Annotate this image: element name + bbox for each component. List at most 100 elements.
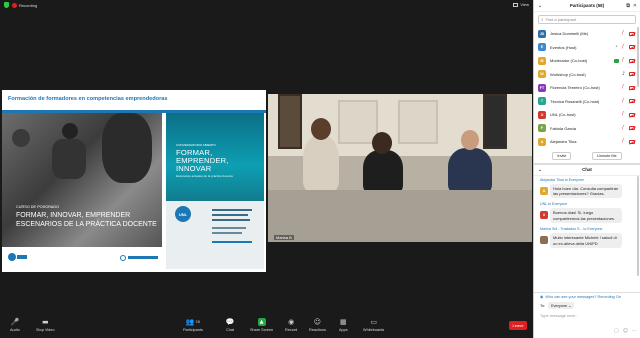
mic-muted-icon: / (622, 84, 624, 91)
avatar: U (540, 211, 548, 220)
whiteboard-icon: ▭ (370, 318, 377, 326)
poster-subtitle: Escenarios actuales de la práctica docen… (176, 174, 234, 178)
chat-title: Chat (582, 167, 592, 172)
popout-icon[interactable]: ⧉ (626, 3, 630, 9)
recipient-value: Everyone (551, 304, 568, 308)
participant-row[interactable]: M Moderador (Co-host) / (534, 54, 640, 68)
participant-name: Fabiola Garcia (550, 125, 577, 131)
reactions-button[interactable]: ☺ Reactions (309, 318, 326, 332)
record-icon: ◉ (288, 318, 295, 326)
camera-off-icon (629, 31, 635, 36)
person-head (372, 132, 392, 154)
search-placeholder: Find a participant (545, 17, 577, 22)
person-head (311, 118, 331, 140)
video-panel (398, 100, 438, 144)
participants-button[interactable]: 👥 58 Participants (183, 318, 203, 332)
recipient-select[interactable]: Everyone ⌄ (548, 302, 575, 309)
record-label: Record (285, 328, 298, 332)
share-screen-label: Share Screen (250, 328, 274, 332)
participant-actions: Invite Unmute Me (534, 149, 640, 164)
slide-header: Formación de formadores en competencias … (8, 96, 168, 102)
apps-button[interactable]: ▦ Apps (339, 318, 348, 332)
participant-row[interactable]: E Eventos (Host) • / (534, 41, 640, 55)
recipient-row: To: Everyone ⌄ (534, 300, 640, 311)
video-camera-icon: ▬ (41, 318, 49, 326)
apps-label: Apps (339, 328, 348, 332)
photo-figure (12, 129, 30, 147)
speaker-video[interactable]: Marisa B (268, 94, 532, 242)
to-label: To: (540, 303, 546, 308)
share-badge-icon (614, 58, 619, 63)
apps-icon: ▦ (340, 318, 347, 326)
smiley-icon[interactable]: ☺ (623, 328, 628, 334)
participant-row[interactable]: A Alejandra Tilua / (534, 135, 640, 149)
side-panel: ⌄ Participants (58) ⧉ ✕ ⌕ Find a partici… (533, 0, 640, 338)
message-body: Hola buen día. Consulta compartirán las … (550, 183, 622, 199)
participant-list: JD Jesica Dominelli (Me) / E Eventos (Ho… (534, 27, 640, 149)
participant-search[interactable]: ⌕ Find a participant (538, 15, 636, 24)
partner-logo (120, 254, 160, 261)
mic-icon: ♪ (622, 70, 626, 77)
who-can-see-link[interactable]: ◉ Who can see your messages? Recording O… (534, 293, 640, 300)
chevron-down-icon[interactable]: ⌄ (538, 3, 542, 9)
view-button[interactable]: View (513, 2, 529, 7)
photo-figure (52, 139, 86, 179)
top-bar: Recording View (0, 0, 533, 10)
leave-button[interactable]: Leave (509, 321, 527, 330)
unl-logo (8, 252, 28, 262)
mic-icon: • (615, 43, 618, 50)
shield-icon[interactable] (4, 2, 9, 8)
chat-messages: Alejandra Tilua to Everyone A Hola buen … (534, 175, 640, 276)
avatar: E (538, 43, 546, 52)
poster-small: CONVERSATORIO ABIERTO (176, 143, 216, 147)
person (448, 148, 492, 194)
avatar: T (538, 97, 546, 106)
participant-row[interactable]: F Fabiola Garcia / (534, 122, 640, 136)
mic-muted-icon: 🎤 (10, 318, 20, 326)
poster-logo: UNL (175, 206, 191, 222)
participant-row[interactable]: T Técnica Rosanelli (Co-host) / (534, 95, 640, 109)
person-head (461, 130, 479, 150)
chevron-down-icon[interactable]: ⌄ (538, 167, 542, 173)
slide-photo: CURSO DE POSGRADO FORMAR, INNOVAR, EMPRE… (2, 113, 162, 247)
more-icon[interactable]: ⋯ (632, 328, 637, 334)
unmute-me-button[interactable]: Unmute Me (592, 151, 622, 160)
audio-label: Audio (10, 328, 20, 332)
record-button[interactable]: ◉ Record (285, 318, 297, 332)
grid-icon (513, 2, 519, 7)
camera-off-icon (629, 112, 635, 117)
poster: CONVERSATORIO ABIERTO FORMAR, EMPRENDER,… (166, 113, 264, 269)
whiteboards-button[interactable]: ▭ Whiteboards (363, 318, 384, 332)
participants-label: Participants (183, 328, 203, 332)
video-door (278, 94, 302, 149)
camera-off-icon (629, 99, 635, 104)
participant-row[interactable]: W Workshop (Co-host) ♪ (534, 68, 640, 82)
whiteboards-label: Whiteboards (363, 328, 385, 332)
avatar: W (538, 70, 546, 79)
participant-row[interactable]: U UNL (Co-host) / (534, 108, 640, 122)
stop-video-label: Stop Video (36, 328, 55, 332)
meeting-area: Recording View Formación de formadores e… (0, 0, 533, 338)
participant-name: Florencia Tenreiro (Co-host) (550, 85, 600, 91)
participant-name: Eventos (Host) (550, 44, 577, 50)
poster-line3: INNOVAR (176, 164, 212, 173)
course-line2: ESCENARIOS DE LA PRÁCTICA DOCENTE (16, 221, 157, 228)
chat-button[interactable]: 💬 Chat (226, 318, 235, 332)
participant-row[interactable]: JD Jesica Dominelli (Me) / (534, 27, 640, 41)
stop-video-button[interactable]: ▬ Stop Video (36, 318, 55, 332)
photo-figure (102, 113, 152, 183)
close-icon[interactable]: ✕ (633, 3, 637, 9)
poster-text-line (212, 214, 248, 216)
invite-button[interactable]: Invite (552, 151, 572, 160)
audio-button[interactable]: 🎤 Audio (10, 318, 20, 332)
participant-row[interactable]: FT Florencia Tenreiro (Co-host) / (534, 81, 640, 95)
file-icon[interactable]: ▢ (614, 328, 619, 334)
mic-muted-icon: / (622, 43, 624, 50)
mic-muted-icon: / (622, 124, 624, 131)
participants-header: ⌄ Participants (58) ⧉ ✕ (534, 0, 640, 12)
participant-name: Workshop (Co-host) (550, 71, 586, 77)
person (363, 150, 403, 194)
mic-muted-icon: / (622, 97, 624, 104)
share-screen-button[interactable]: ▲ Share Screen (250, 318, 273, 332)
chat-input[interactable]: Type message here... (534, 311, 640, 320)
